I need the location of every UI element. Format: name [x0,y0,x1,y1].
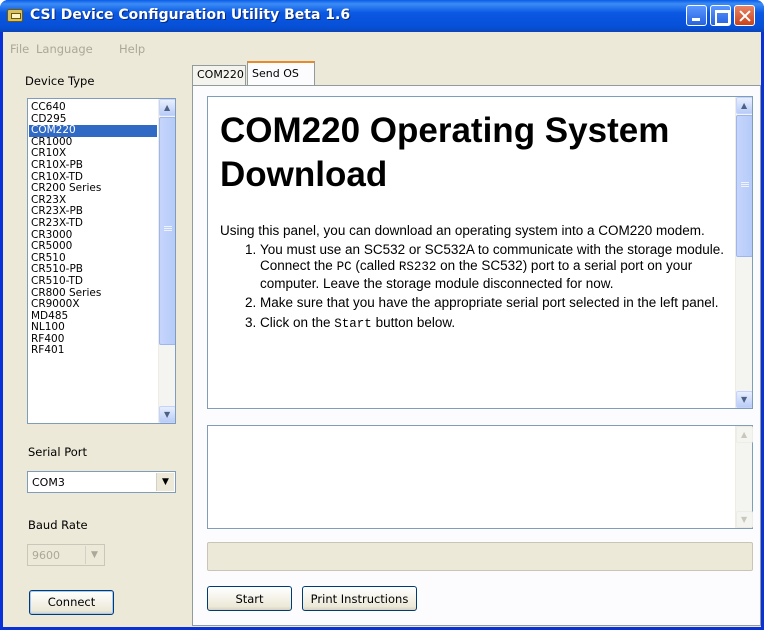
window-title: CSI Device Configuration Utility Beta 1.… [30,7,351,23]
close-button[interactable] [734,5,755,26]
device-list-items: CC640 CD295 COM220 CR1000 CR10X CR10X-PB CR10X… [29,101,157,357]
instructions-scrollbar[interactable]: ▲ ▼ [735,97,752,408]
scroll-down-icon[interactable]: ▼ [736,391,752,408]
maximize-button[interactable] [710,5,731,26]
scroll-up-icon[interactable]: ▲ [159,99,175,116]
list-item[interactable]: RF401 [29,345,157,357]
progress-bar [207,542,753,571]
send-os-panel: COM220 Operating System Download Using t… [192,85,761,626]
menu-bar: File Language Help [3,32,761,56]
instructions-intro: Using this panel, you can download an op… [220,223,705,238]
main-window: CSI Device Configuration Utility Beta 1.… [0,0,764,630]
menu-language[interactable]: Language [36,42,93,56]
title-bar[interactable]: CSI Device Configuration Utility Beta 1.… [0,0,764,32]
step-3: Click on the Start button below. [260,315,725,333]
serial-port-label: Serial Port [28,445,87,459]
list-item[interactable]: CR10X-PB [29,159,157,172]
output-log[interactable]: ▲ ▼ [207,425,753,529]
menu-help[interactable]: Help [119,42,145,56]
minimize-button[interactable] [686,5,707,26]
scroll-up-icon[interactable]: ▲ [736,97,752,114]
scroll-down-icon: ▼ [736,511,753,528]
step-2: Make sure that you have the appropriate … [260,295,725,312]
device-list-scrollbar[interactable]: ▲ ▼ [158,99,175,423]
list-item[interactable]: CR9000X [29,298,157,311]
instructions-heading: COM220 Operating System Download [220,111,670,194]
start-button[interactable]: Start [207,586,292,611]
device-type-label: Device Type [25,74,95,88]
serial-port-value: COM3 [32,476,65,489]
list-item[interactable]: CC640 [29,101,157,114]
device-type-list[interactable]: CC640 CD295 COM220 CR1000 CR10X CR10X-PB CR10X… [27,98,176,424]
serial-port-select[interactable]: COM3 ▼ [27,471,176,493]
list-item[interactable]: CR5000 [29,241,157,253]
tab-com220[interactable]: COM220 [192,65,246,85]
list-item[interactable]: CR510-TD [29,275,157,288]
list-item[interactable]: CR23X-TD [29,217,157,230]
menu-file[interactable]: File [10,42,29,56]
scroll-up-icon: ▲ [736,426,753,443]
scroll-thumb[interactable] [736,115,752,257]
tab-send-os[interactable]: Send OS [247,61,315,86]
app-icon [7,9,23,22]
connect-button[interactable]: Connect [29,590,114,615]
step-1: You must use an SC532 or SC532A to commu… [260,242,725,293]
chevron-down-icon[interactable]: ▼ [156,473,174,491]
scroll-thumb[interactable] [159,117,175,345]
baud-rate-label: Baud Rate [28,518,88,532]
baud-rate-select: 9600 ▼ [27,544,105,566]
log-scrollbar: ▲ ▼ [735,426,753,528]
baud-rate-value: 9600 [32,549,60,562]
print-instructions-button[interactable]: Print Instructions [302,586,417,611]
instructions-view[interactable]: COM220 Operating System Download Using t… [207,96,753,409]
instructions-steps: You must use an SC532 or SC532A to commu… [220,242,725,333]
scroll-down-icon[interactable]: ▼ [159,406,175,423]
list-item[interactable]: CR200 Series [29,183,157,195]
chevron-down-icon: ▼ [85,546,103,564]
